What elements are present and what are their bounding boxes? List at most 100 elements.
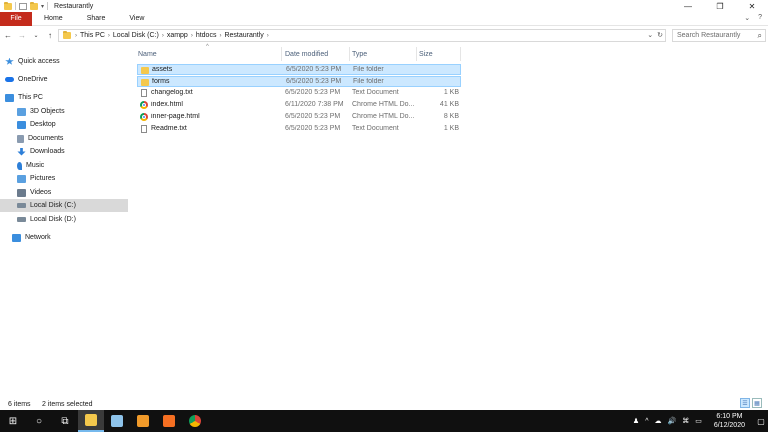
people-icon[interactable]: ♟ [633,417,639,425]
nav-item-3d-objects[interactable]: 3D Objects [0,105,128,118]
document-icon [17,134,24,143]
cloud-icon [5,77,14,82]
crumb-separator[interactable]: › [75,33,77,39]
taskbar-app-notepad[interactable] [104,410,130,432]
notepad-icon [111,415,123,427]
file-list: ^ Name Date modified Type Size assets 6/… [135,44,768,389]
nav-item-documents[interactable]: Documents [0,132,128,145]
breadcrumb-xampp[interactable]: xampp [167,32,188,39]
nav-label: Local Disk (C:) [30,202,76,209]
nav-item-onedrive[interactable]: OneDrive [0,73,128,86]
nav-label: Pictures [30,175,56,182]
nav-item-videos[interactable]: Videos [0,186,128,199]
column-header-size[interactable]: Size [419,47,459,61]
details-view-button[interactable]: ☰ [740,398,750,408]
nav-item-network[interactable]: Network [0,231,128,244]
file-row-inner-page[interactable]: inner-page.html 6/5/2020 5:23 PM Chrome … [137,112,461,123]
column-divider[interactable] [460,47,461,61]
crumb-separator[interactable]: › [219,33,221,39]
nav-label: Documents [28,135,64,142]
maximize-button[interactable]: ❐ [704,0,736,12]
crumb-separator[interactable]: › [267,33,269,39]
drive-icon [17,217,26,222]
file-date: 6/5/2020 5:23 PM [285,125,341,132]
expand-ribbon-icon[interactable]: ⌄ [744,14,750,22]
nav-item-quick-access[interactable]: Quick access [0,55,128,68]
search-input[interactable]: Search Restaurantly ⌕ [672,29,766,42]
file-row-forms[interactable]: forms 6/5/2020 5:23 PM File folder [137,76,461,87]
new-folder-icon[interactable] [30,1,38,10]
folder-icon [141,79,149,86]
breadcrumb-restaurantly[interactable]: Restaurantly [224,32,263,39]
star-icon [5,57,14,65]
nav-item-desktop[interactable]: Desktop [0,118,128,131]
file-type: Text Document [352,125,399,132]
file-row-index[interactable]: index.html 6/11/2020 7:38 PM Chrome HTML… [137,100,461,111]
properties-icon[interactable] [19,2,27,10]
nav-label: Music [26,162,45,169]
volume-icon[interactable]: 🔊 [668,417,677,425]
file-type: File folder [353,66,384,73]
keyboard-icon[interactable]: ▭ [695,417,702,425]
recent-locations-button[interactable]: ⌄ [30,30,42,42]
nav-item-music[interactable]: Music [0,159,128,172]
file-name: changelog.txt [151,89,193,96]
forward-button[interactable]: → [16,30,28,42]
taskbar-app-xampp[interactable] [156,410,182,432]
close-button[interactable]: ✕ [736,0,768,12]
file-row-changelog[interactable]: changelog.txt 6/5/2020 5:23 PM Text Docu… [137,88,461,99]
search-placeholder: Search Restaurantly [677,32,741,39]
tab-home[interactable]: Home [32,12,75,26]
minimize-button[interactable]: — [672,0,704,12]
nav-item-downloads[interactable]: Downloads [0,145,128,158]
crumb-separator[interactable]: › [108,33,110,39]
show-hidden-icons-icon[interactable]: ^ [645,418,648,425]
tab-view[interactable]: View [117,12,156,26]
network-tray-icon[interactable]: ⌘ [682,417,689,425]
search-button[interactable]: ○ [26,410,52,432]
file-type: File folder [353,78,384,85]
nav-item-this-pc[interactable]: This PC [0,91,128,104]
breadcrumb-local-disk-c[interactable]: Local Disk (C:) [113,32,159,39]
breadcrumb-this-pc[interactable]: This PC [80,32,105,39]
nav-label: OneDrive [18,76,48,83]
column-divider[interactable] [281,47,282,61]
onedrive-tray-icon[interactable]: ☁ [655,417,662,425]
crumb-separator[interactable]: › [162,33,164,39]
nav-item-local-disk-d[interactable]: Local Disk (D:) [0,213,128,226]
customize-toolbar-icon[interactable]: ▾ [41,3,44,10]
file-row-assets[interactable]: assets 6/5/2020 5:23 PM File folder [137,64,461,75]
task-view-button[interactable]: ⧉ [52,410,78,432]
large-icons-view-button[interactable]: ▦ [752,398,762,408]
taskbar-app-sublime[interactable] [130,410,156,432]
nav-label: Network [25,234,51,241]
start-button[interactable]: ⊞ [0,410,26,432]
file-type: Text Document [352,89,399,96]
column-divider[interactable] [416,47,417,61]
crumb-separator[interactable]: › [191,33,193,39]
tab-share[interactable]: Share [75,12,118,26]
tab-file[interactable]: File [0,11,32,26]
taskbar-app-file-explorer[interactable] [78,410,104,432]
back-button[interactable]: ← [2,30,14,42]
column-divider[interactable] [349,47,350,61]
nav-item-local-disk-c[interactable]: Local Disk (C:) [0,199,128,212]
refresh-icon[interactable]: ↻ [657,31,663,39]
music-icon [17,161,22,170]
nav-item-pictures[interactable]: Pictures [0,172,128,185]
address-bar[interactable]: › This PC › Local Disk (C:) › xampp › ht… [58,29,666,42]
taskbar-app-chrome[interactable] [182,410,208,432]
ribbon-right-controls: ⌄ ? [744,14,762,22]
address-history-icon[interactable]: ⌄ [647,31,653,39]
up-button[interactable]: ↑ [44,30,56,42]
clock[interactable]: 6:10 PM 6/12/2020 [711,412,748,430]
column-header-name[interactable]: Name [138,47,278,61]
help-icon[interactable]: ? [758,14,762,22]
network-icon [12,233,21,242]
notifications-icon[interactable]: ▢ [754,410,768,432]
file-row-readme[interactable]: Readme.txt 6/5/2020 5:23 PM Text Documen… [137,124,461,135]
breadcrumb-htdocs[interactable]: htdocs [196,32,217,39]
column-header-date[interactable]: Date modified [285,47,349,61]
column-header-type[interactable]: Type [352,47,416,61]
search-icon[interactable]: ⌕ [758,31,762,41]
